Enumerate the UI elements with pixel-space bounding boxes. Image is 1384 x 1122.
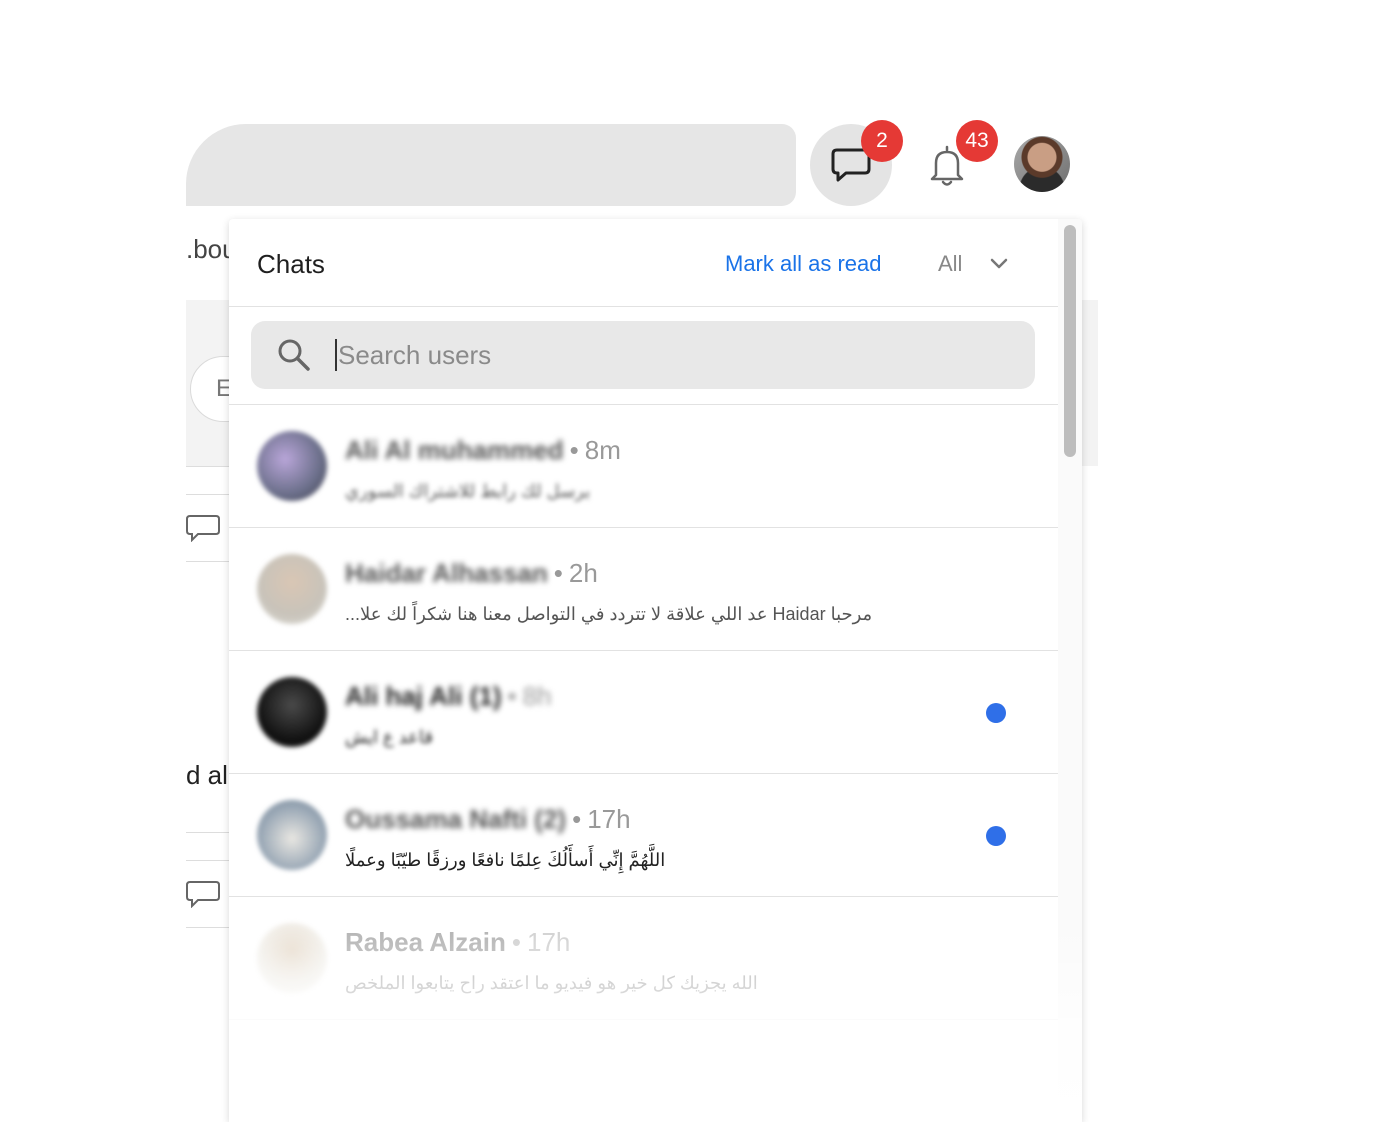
chat-timestamp: 2h — [568, 558, 598, 588]
chat-timestamp: 17h — [587, 804, 631, 834]
chat-contact-name: Ali haj Ali (1) — [345, 681, 502, 711]
chat-list-item[interactable]: Rabea Alzain • 17h الله يجزيك كل خير هو في… — [229, 897, 1058, 1020]
chat-list-item[interactable]: Haidar Alhassan • 2h مرحبا Haidar عد اللي … — [229, 528, 1058, 651]
background-search-bar[interactable] — [186, 124, 796, 206]
comment-icon[interactable] — [186, 514, 220, 542]
avatar — [257, 923, 327, 993]
search-box[interactable] — [251, 321, 1035, 389]
chat-list-item[interactable]: Ali haj Ali (1) • 8h قاعد ع ايش — [229, 651, 1058, 774]
chat-timestamp: 17h — [526, 927, 571, 957]
chats-header: Chats Mark all as read All — [229, 219, 1058, 307]
avatar — [257, 800, 327, 870]
avatar — [257, 554, 327, 624]
chat-list-item[interactable]: Ali Al muhammed • 8m برسل لك رابط للاشتراك… — [229, 405, 1058, 528]
chat-message-preview: اللَّهُمَّ إِنِّي أَسأَلُكَ عِلمًا نافعً… — [345, 850, 666, 870]
search-users-input[interactable] — [335, 339, 975, 371]
unread-indicator — [986, 826, 1006, 846]
chat-list: Ali Al muhammed • 8m برسل لك رابط للاشتراك… — [229, 405, 1058, 1020]
chat-timestamp: 8h — [522, 681, 552, 711]
search-section — [229, 307, 1058, 405]
chats-dropdown: Chats Mark all as read All Ali Al muhamm… — [229, 219, 1082, 1122]
unread-indicator — [986, 703, 1006, 723]
user-avatar[interactable] — [1014, 136, 1070, 192]
chat-contact-name: Ali Al muhammed — [345, 435, 564, 465]
chats-title: Chats — [257, 249, 325, 279]
chat-contact-name: Haidar Alhassan — [345, 558, 548, 588]
chat-message-preview: قاعد ع ايش — [345, 727, 433, 747]
chat-contact-name: Oussama Nafti (2) — [345, 804, 567, 834]
chat-filter-value: All — [938, 251, 963, 276]
chevron-down-icon — [991, 258, 1008, 269]
chat-filter-select[interactable]: All — [938, 251, 1008, 277]
comment-icon[interactable] — [186, 880, 220, 908]
avatar — [257, 677, 327, 747]
chat-list-item[interactable]: Oussama Nafti (2) • 17h اللَّهُمَّ إِنِّي … — [229, 774, 1058, 897]
chat-message-preview: مرحبا Haidar عد اللي علاقة لا تتردد في ا… — [345, 604, 873, 624]
chat-message-preview: برسل لك رابط للاشتراك السوري — [345, 481, 591, 501]
chat-message-preview: الله يجزيك كل خير هو فيديو ما اعتقد راح … — [345, 973, 758, 993]
notification-count-badge: 43 — [956, 120, 998, 162]
mark-all-read-link[interactable]: Mark all as read — [725, 251, 882, 277]
search-icon — [278, 339, 310, 371]
chat-unread-badge: 2 — [861, 120, 903, 162]
scrollbar-thumb[interactable] — [1064, 225, 1076, 457]
avatar — [257, 431, 327, 501]
chat-contact-name: Rabea Alzain — [345, 927, 506, 957]
chat-timestamp: 8m — [584, 435, 621, 465]
